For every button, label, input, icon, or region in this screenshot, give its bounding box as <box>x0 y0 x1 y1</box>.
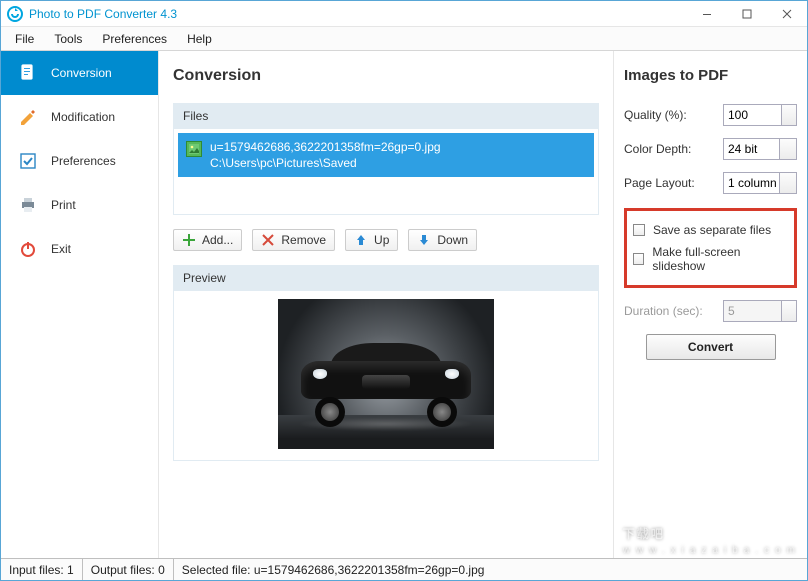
sidebar-item-label: Exit <box>51 242 71 256</box>
status-selected-value: u=1579462686,3622201358fm=26gp=0.jpg <box>254 563 485 577</box>
down-button[interactable]: Down <box>408 229 477 251</box>
preview-panel-header: Preview <box>173 265 599 291</box>
convert-button[interactable]: Convert <box>646 334 776 360</box>
image-thumb-icon <box>186 141 202 157</box>
layout-dropdown[interactable]: 1 column <box>723 172 797 194</box>
sidebar-item-conversion[interactable]: Conversion <box>1 51 158 95</box>
center-pane: Conversion Files u=1579462686,3622201358… <box>159 51 613 558</box>
status-input-value: 1 <box>67 563 74 577</box>
depth-value: 24 bit <box>728 142 757 156</box>
close-button[interactable] <box>767 1 807 27</box>
sidebar-item-exit[interactable]: Exit <box>1 227 158 271</box>
sidebar-item-preferences[interactable]: Preferences <box>1 139 158 183</box>
document-icon <box>19 64 37 82</box>
up-button[interactable]: Up <box>345 229 398 251</box>
status-selected-file: Selected file: u=1579462686,3622201358fm… <box>174 559 807 580</box>
up-label: Up <box>374 233 389 247</box>
file-row[interactable]: u=1579462686,3622201358fm=26gp=0.jpg C:\… <box>178 133 594 177</box>
status-output-label: Output files: <box>91 563 155 577</box>
printer-icon <box>19 196 37 214</box>
sidebar-item-label: Preferences <box>51 154 116 168</box>
menu-help[interactable]: Help <box>177 27 222 51</box>
content-body: Conversion Modification Preferences Prin… <box>1 51 807 558</box>
app-icon <box>7 6 23 22</box>
file-name: u=1579462686,3622201358fm=26gp=0.jpg <box>210 139 441 155</box>
add-button[interactable]: Add... <box>173 229 242 251</box>
sidebar-item-label: Conversion <box>51 66 112 80</box>
x-icon <box>261 233 275 247</box>
menu-preferences[interactable]: Preferences <box>92 27 177 51</box>
quality-label: Quality (%): <box>624 108 687 122</box>
duration-row: Duration (sec): 5 ▲ ▼ <box>624 300 797 322</box>
status-input-label: Input files: <box>9 563 64 577</box>
layout-label: Page Layout: <box>624 176 695 190</box>
status-bar: Input files: 1 Output files: 0 Selected … <box>1 558 807 580</box>
caret-down-icon <box>784 146 792 151</box>
window-buttons <box>687 1 807 27</box>
remove-label: Remove <box>281 233 326 247</box>
preview-box <box>173 291 599 461</box>
right-title: Images to PDF <box>624 67 797 84</box>
sidebar-item-modification[interactable]: Modification <box>1 95 158 139</box>
arrow-up-icon <box>354 233 368 247</box>
checkbox-icon <box>633 253 644 265</box>
files-panel-header: Files <box>173 103 599 129</box>
app-window: Photo to PDF Converter 4.3 File Tools Pr… <box>0 0 808 581</box>
quality-row: Quality (%): 100 ▲ ▼ <box>624 104 797 126</box>
separate-files-label: Save as separate files <box>653 223 771 237</box>
duration-spinner: 5 ▲ ▼ <box>723 300 797 322</box>
down-label: Down <box>437 233 468 247</box>
right-pane: Images to PDF Quality (%): 100 ▲ ▼ Color… <box>613 51 807 558</box>
remove-button[interactable]: Remove <box>252 229 335 251</box>
status-input-files: Input files: 1 <box>1 559 83 580</box>
highlighted-options: Save as separate files Make full-screen … <box>624 208 797 288</box>
menu-tools[interactable]: Tools <box>44 27 92 51</box>
file-path: C:\Users\pc\Pictures\Saved <box>210 155 441 171</box>
duration-label: Duration (sec): <box>624 304 703 318</box>
layout-row: Page Layout: 1 column <box>624 172 797 194</box>
layout-value: 1 column <box>728 176 777 190</box>
convert-label: Convert <box>688 340 733 354</box>
checkbox-icon <box>633 224 645 236</box>
pencil-icon <box>19 108 37 126</box>
plus-icon <box>182 233 196 247</box>
chevron-down-icon: ▼ <box>787 313 793 319</box>
files-list[interactable]: u=1579462686,3622201358fm=26gp=0.jpg C:\… <box>173 129 599 215</box>
maximize-button[interactable] <box>727 1 767 27</box>
quality-spinner[interactable]: 100 ▲ ▼ <box>723 104 797 126</box>
menu-file[interactable]: File <box>5 27 44 51</box>
minimize-button[interactable] <box>687 1 727 27</box>
status-selected-label: Selected file: <box>182 563 251 577</box>
depth-dropdown[interactable]: 24 bit <box>723 138 797 160</box>
arrow-down-icon <box>417 233 431 247</box>
status-output-files: Output files: 0 <box>83 559 174 580</box>
status-output-value: 0 <box>158 563 165 577</box>
sidebar-item-label: Modification <box>51 110 115 124</box>
quality-value: 100 <box>728 108 748 122</box>
sidebar-item-print[interactable]: Print <box>1 183 158 227</box>
menu-bar: File Tools Preferences Help <box>1 27 807 51</box>
preview-image <box>278 299 494 449</box>
title-bar: Photo to PDF Converter 4.3 <box>1 1 807 27</box>
sidebar-item-label: Print <box>51 198 76 212</box>
main-area: Conversion Files u=1579462686,3622201358… <box>159 51 807 558</box>
window-title: Photo to PDF Converter 4.3 <box>29 7 687 21</box>
power-icon <box>19 240 37 258</box>
file-text: u=1579462686,3622201358fm=26gp=0.jpg C:\… <box>210 139 441 171</box>
files-toolbar: Add... Remove Up Down <box>173 215 599 265</box>
chevron-up-icon[interactable]: ▲ <box>787 107 793 113</box>
depth-row: Color Depth: 24 bit <box>624 138 797 160</box>
sidebar: Conversion Modification Preferences Prin… <box>1 51 159 558</box>
caret-down-icon <box>784 180 792 185</box>
depth-label: Color Depth: <box>624 142 691 156</box>
checkbox-icon <box>19 152 37 170</box>
page-title: Conversion <box>173 67 599 85</box>
chevron-down-icon[interactable]: ▼ <box>787 117 793 123</box>
add-label: Add... <box>202 233 233 247</box>
chevron-up-icon: ▲ <box>787 303 793 309</box>
slideshow-label: Make full-screen slideshow <box>652 245 788 273</box>
separate-files-checkbox[interactable]: Save as separate files <box>633 219 788 241</box>
duration-value: 5 <box>728 304 735 318</box>
slideshow-checkbox[interactable]: Make full-screen slideshow <box>633 241 788 277</box>
